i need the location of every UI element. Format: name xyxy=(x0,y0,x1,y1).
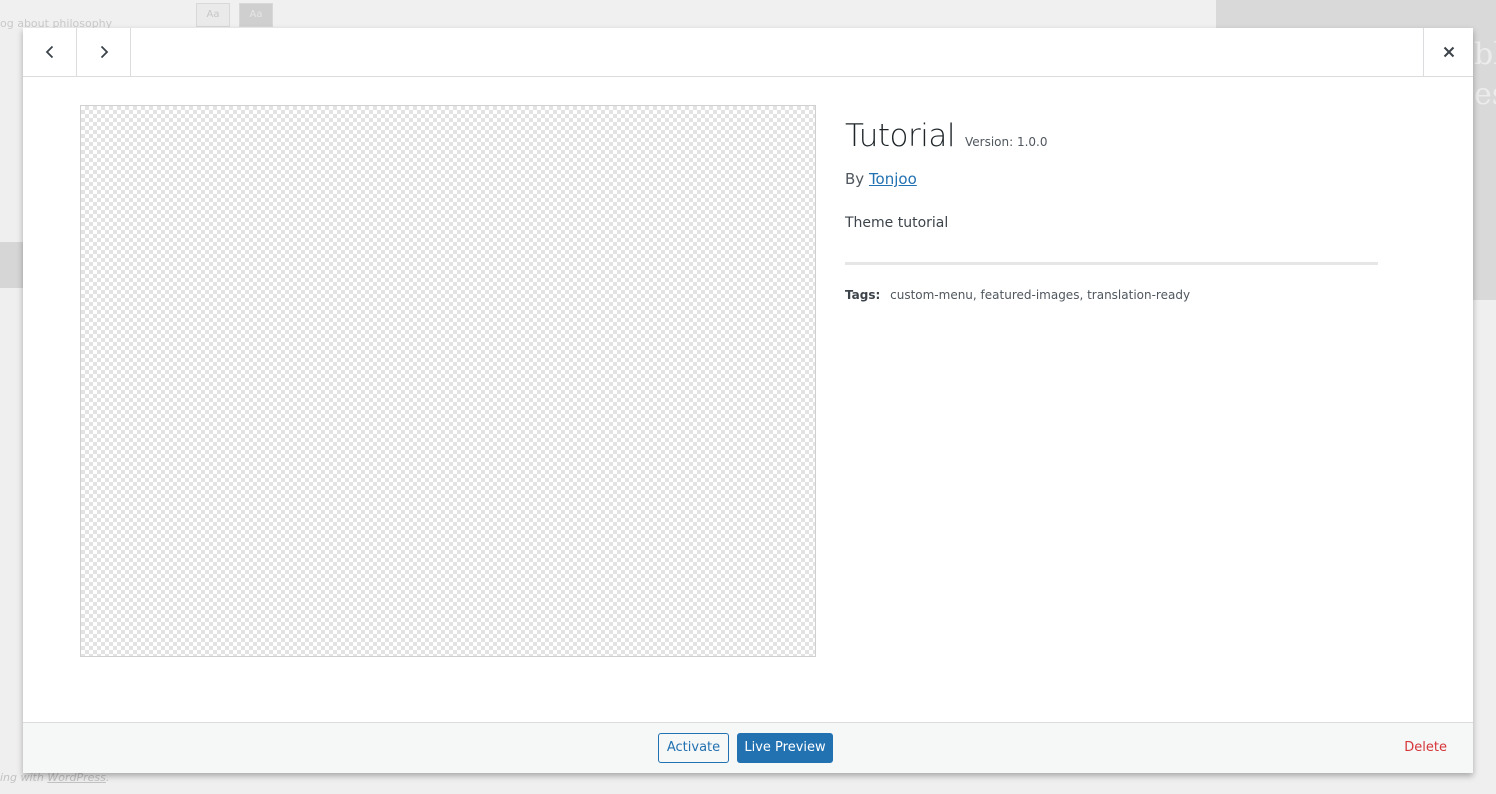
live-preview-button[interactable]: Live Preview xyxy=(737,733,833,763)
theme-author-prefix: By xyxy=(845,170,869,188)
theme-author-link[interactable]: Tonjoo xyxy=(869,170,917,188)
background-left-bar xyxy=(0,242,23,288)
previous-theme-button[interactable] xyxy=(23,28,77,76)
modal-footer: Activate Live Preview Delete xyxy=(23,722,1473,773)
theme-info: Tutorial Version: 1.0.0 By Tonjoo Theme … xyxy=(845,118,1378,302)
delete-theme-link[interactable]: Delete xyxy=(1404,740,1447,755)
theme-tags: Tags: custom-menu, featured-images, tran… xyxy=(845,288,1378,302)
background-font-size-button: Aa xyxy=(196,3,230,27)
close-icon xyxy=(1443,46,1455,58)
chevron-right-icon xyxy=(97,45,111,59)
background-heading-fragment: bles xyxy=(1474,37,1496,112)
background-font-size-button-active: Aa xyxy=(239,3,273,27)
theme-name: Tutorial xyxy=(845,118,955,154)
theme-details-modal: Tutorial Version: 1.0.0 By Tonjoo Theme … xyxy=(23,28,1473,773)
theme-description: Theme tutorial xyxy=(845,215,949,231)
activate-button[interactable]: Activate xyxy=(658,733,729,763)
chevron-left-icon xyxy=(43,45,57,59)
tags-label: Tags: xyxy=(845,288,881,302)
theme-screenshot xyxy=(80,105,816,657)
tags-list: custom-menu, featured-images, translatio… xyxy=(890,288,1191,302)
close-modal-button[interactable] xyxy=(1423,28,1473,76)
divider xyxy=(845,262,1378,265)
theme-author: By Tonjoo xyxy=(845,170,1378,188)
theme-title: Tutorial Version: 1.0.0 xyxy=(845,118,1378,154)
theme-version: Version: 1.0.0 xyxy=(964,135,1048,149)
next-theme-button[interactable] xyxy=(77,28,131,76)
background-top-strip xyxy=(0,0,1216,28)
modal-header xyxy=(23,28,1473,77)
